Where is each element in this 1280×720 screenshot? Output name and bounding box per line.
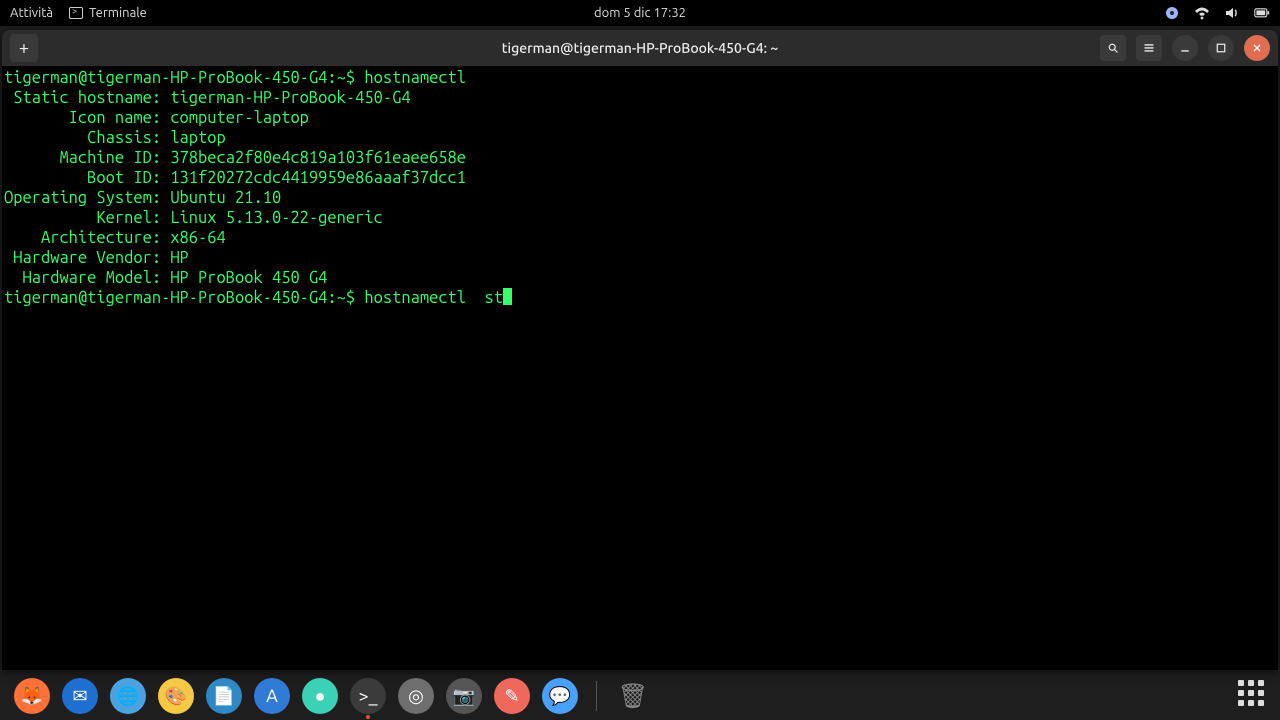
dock-separator: [596, 681, 597, 711]
applications-grid-button[interactable]: [1238, 680, 1268, 710]
dock-signal-icon[interactable]: ●: [302, 678, 338, 714]
prompt-line: tigerman@tigerman-HP-ProBook-450-G4:~$ h…: [4, 68, 1276, 88]
dock-terminal-icon[interactable]: >_: [350, 678, 386, 714]
clock[interactable]: dom 5 dic 17:32: [594, 6, 686, 20]
window-titlebar: + tigerman@tigerman-HP-ProBook-450-G4: ~: [2, 30, 1278, 66]
dock-web-browser-icon[interactable]: 🌐: [110, 678, 146, 714]
gnome-topbar: Attività Terminale dom 5 dic 17:32: [0, 0, 1280, 26]
output-line: Architecture: x86-64: [4, 228, 1276, 248]
dock-firefox-icon[interactable]: 🦊: [14, 678, 50, 714]
dock-thunderbird-icon[interactable]: ✉: [62, 678, 98, 714]
cursor: [503, 288, 512, 305]
prompt-line: tigerman@tigerman-HP-ProBook-450-G4:~$ h…: [4, 288, 1276, 308]
new-tab-button[interactable]: +: [10, 34, 38, 62]
output-line: Operating System: Ubuntu 21.10: [4, 188, 1276, 208]
dock: 🦊 ✉ 🌐 🎨 📄 A ● >_ ◎ 📷 ✎ 💬 🗑: [0, 672, 1280, 720]
dock-camera-icon[interactable]: 📷: [446, 678, 482, 714]
output-line: Boot ID: 131f20272cdc4419959e86aaaf37dcc…: [4, 168, 1276, 188]
output-line: Icon name: computer-laptop: [4, 108, 1276, 128]
active-app-indicator[interactable]: Terminale: [69, 6, 147, 20]
dock-notes-icon[interactable]: ✎: [494, 678, 530, 714]
terminal-icon: [69, 7, 83, 19]
window-title: tigerman@tigerman-HP-ProBook-450-G4: ~: [502, 40, 779, 56]
dock-trash-icon[interactable]: 🗑: [615, 678, 651, 714]
volume-icon[interactable]: [1224, 5, 1240, 21]
terminal-output-area[interactable]: tigerman@tigerman-HP-ProBook-450-G4:~$ h…: [2, 66, 1278, 670]
output-line: Machine ID: 378beca2f80e4c819a103f61eaee…: [4, 148, 1276, 168]
hamburger-menu-button[interactable]: [1136, 35, 1162, 61]
battery-icon[interactable]: [1254, 5, 1270, 21]
dock-libreoffice-icon[interactable]: 📄: [206, 678, 242, 714]
output-line: Static hostname: tigerman-HP-ProBook-450…: [4, 88, 1276, 108]
minimize-button[interactable]: [1172, 35, 1198, 61]
output-line: Hardware Vendor: HP: [4, 248, 1276, 268]
close-button[interactable]: [1244, 35, 1270, 61]
wifi-icon[interactable]: [1194, 5, 1210, 21]
active-app-name: Terminale: [89, 6, 147, 20]
dock-disks-icon[interactable]: ◎: [398, 678, 434, 714]
activities-button[interactable]: Attività: [10, 6, 53, 20]
output-line: Chassis: laptop: [4, 128, 1276, 148]
output-line: Kernel: Linux 5.13.0-22-generic: [4, 208, 1276, 228]
maximize-button[interactable]: [1208, 35, 1234, 61]
tray-app-icon[interactable]: [1164, 5, 1180, 21]
search-button[interactable]: [1100, 35, 1126, 61]
dock-chat-icon[interactable]: 💬: [542, 678, 578, 714]
dock-software-store-icon[interactable]: A: [254, 678, 290, 714]
terminal-window: + tigerman@tigerman-HP-ProBook-450-G4: ~…: [2, 30, 1278, 670]
output-line: Hardware Model: HP ProBook 450 G4: [4, 268, 1276, 288]
dock-color-picker-icon[interactable]: 🎨: [158, 678, 194, 714]
